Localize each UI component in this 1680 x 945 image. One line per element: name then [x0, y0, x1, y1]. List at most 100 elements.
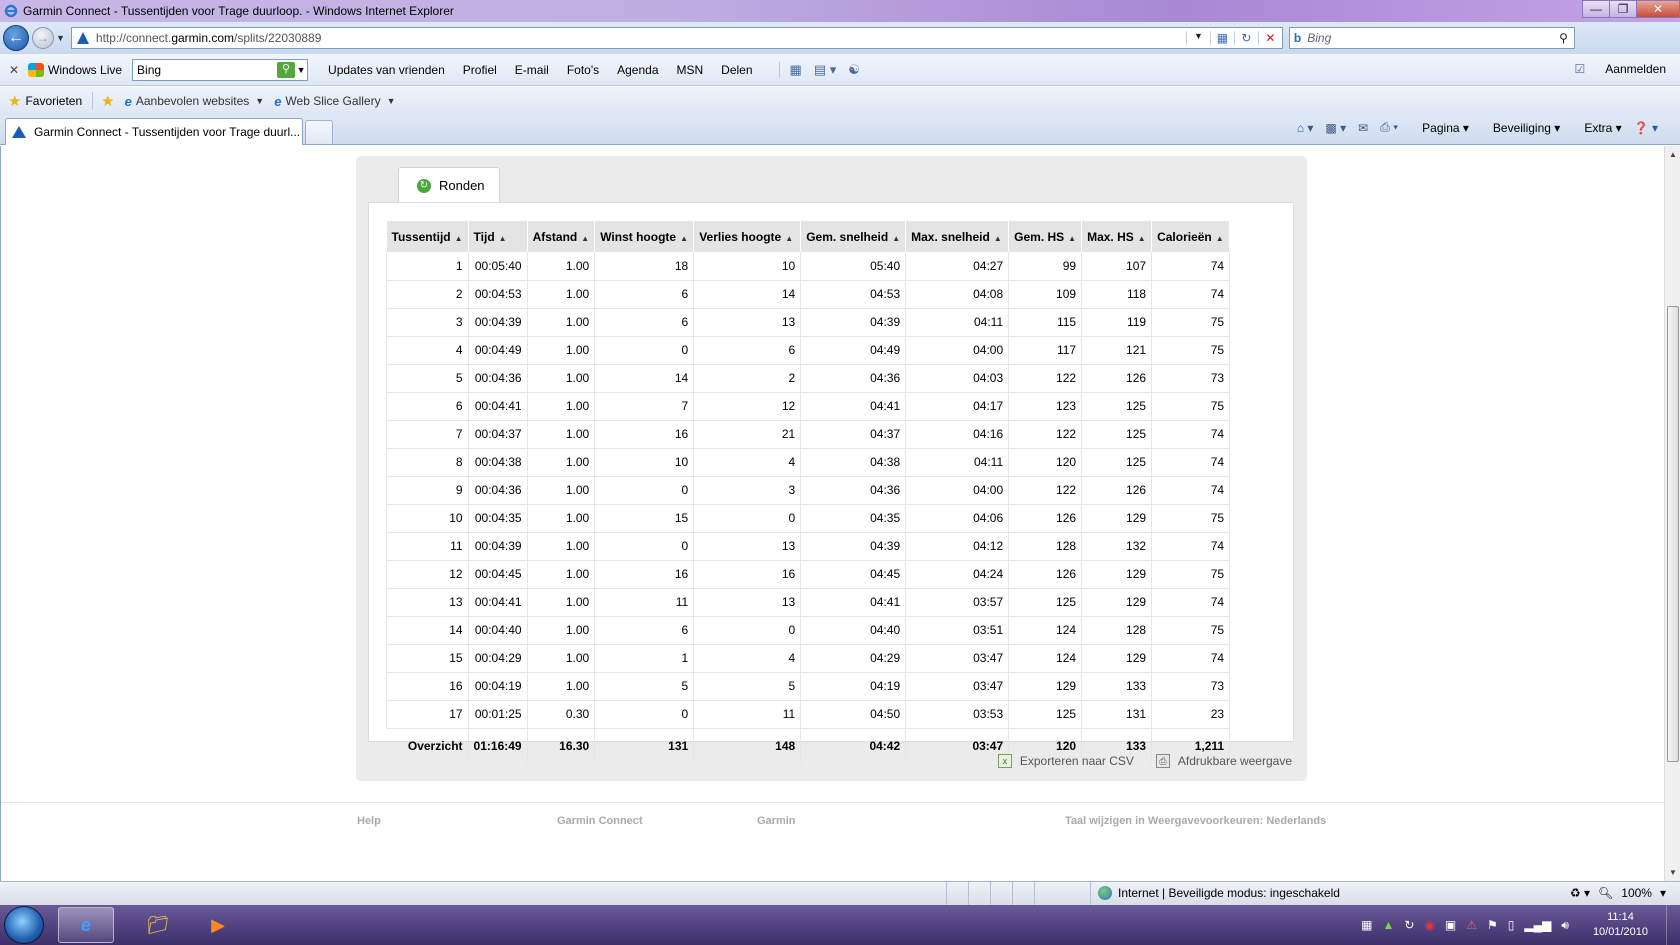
printable-view-link[interactable]: ⎙ Afdrukbare weergave — [1155, 754, 1292, 768]
tray-volume-icon[interactable]: 🔊︎ — [1561, 918, 1569, 933]
table-cell: 124 — [1008, 616, 1083, 645]
taskbar-media-player[interactable]: ▶ — [190, 907, 246, 943]
scroll-up-icon[interactable]: ▲ — [1665, 150, 1680, 159]
tab-ronden[interactable]: ↻ Ronden — [398, 167, 500, 203]
tray-nvidia-icon[interactable]: ▲ — [1382, 918, 1394, 932]
table-cell: 126 — [1081, 364, 1153, 393]
table-cell: 04:11 — [905, 448, 1010, 477]
add-favorite-icon[interactable]: ★ — [101, 92, 114, 110]
tray-power-icon[interactable]: ▯ — [1508, 918, 1515, 932]
cmd-extra[interactable]: Extra ▾ — [1572, 121, 1621, 135]
cmd-beveiliging[interactable]: Beveiliging ▾ — [1481, 121, 1560, 135]
table-cell: 23 — [1151, 700, 1231, 729]
blog-icon[interactable]: ▤ ▾ — [814, 62, 836, 78]
help-icon[interactable]: ❓ ▾ — [1634, 121, 1658, 135]
share-photo-icon[interactable]: ▦ — [790, 62, 802, 78]
zoom-control[interactable]: ♻ ▾ 🔍︎ 100% ▾ — [1562, 886, 1666, 900]
tray-app-icon[interactable]: ▦ — [1361, 918, 1372, 932]
home-icon[interactable]: ⌂ ▾ — [1297, 121, 1314, 135]
tab-garmin-connect[interactable]: Garmin Connect - Tussentijden voor Trage… — [5, 118, 303, 145]
vertical-scrollbar[interactable]: ▲ ▼ — [1664, 146, 1680, 881]
wl-link-email[interactable]: E-mail — [515, 63, 549, 77]
col-gem-snelheid[interactable]: Gem. snelheid ▲︎ — [800, 221, 907, 252]
maximize-button[interactable]: ❐ — [1609, 0, 1637, 18]
mail-icon[interactable]: ✉ — [1358, 121, 1368, 135]
wl-link-profiel[interactable]: Profiel — [463, 63, 497, 77]
zoom-dropdown-icon[interactable]: ▾ — [1660, 886, 1666, 900]
col-verlies-hoogte[interactable]: Verlies hoogte ▲︎ — [693, 221, 802, 252]
wl-link-updates[interactable]: Updates van vrienden — [328, 63, 445, 77]
tray-network-icon[interactable]: ▂▄▆ — [1524, 918, 1551, 932]
live-search-dropdown-icon[interactable]: ▼ — [295, 65, 307, 75]
col-max-hs[interactable]: Max. HS ▲︎ — [1081, 221, 1153, 252]
export-csv-link[interactable]: x Exporteren naar CSV — [997, 754, 1134, 768]
table-cell: 75 — [1151, 392, 1231, 421]
live-search-go-icon[interactable]: ⚲ — [277, 61, 296, 78]
fav-aanbevolen-label: Aanbevolen websites — [135, 94, 250, 108]
col-calorieen[interactable]: Calorieën ▲︎ — [1151, 221, 1231, 252]
table-cell: 14 — [693, 280, 802, 309]
col-max-snelheid[interactable]: Max. snelheid ▲︎ — [905, 221, 1010, 252]
new-tab-button[interactable] — [305, 120, 333, 144]
favorites-button[interactable]: ★ Favorieten — [8, 92, 94, 110]
fav-aanbevolen-websites[interactable]: e Aanbevolen websites ▼ — [125, 94, 265, 109]
wl-link-msn[interactable]: MSN — [677, 63, 704, 77]
tray-antivirus-icon[interactable]: ◉ — [1424, 918, 1434, 932]
cmd-pagina[interactable]: Pagina ▾ — [1410, 121, 1469, 135]
history-dropdown-icon[interactable]: ▼ — [56, 33, 65, 43]
col-tijd[interactable]: Tijd ▲︎ — [468, 221, 528, 252]
tray-monitor-icon[interactable]: ▣ — [1445, 918, 1456, 932]
footer-link-garmin-connect[interactable]: Garmin Connect — [557, 815, 643, 827]
wl-link-delen[interactable]: Delen — [721, 63, 752, 77]
live-search-input[interactable]: Bing ⚲ ▼ — [132, 58, 309, 81]
address-field[interactable]: http://connect. garmin.com/splits/2203088… — [70, 27, 1283, 49]
protected-mode-icon[interactable]: ♻ ▾ — [1570, 886, 1590, 900]
table-cell: 04:37 — [800, 420, 907, 449]
signin-link[interactable]: Aanmelden — [1605, 62, 1666, 76]
col-tussentijd[interactable]: Tussentijd ▲︎ — [386, 221, 469, 252]
table-cell: 1.00 — [527, 308, 596, 337]
bing-search-input[interactable]: b Bing ⚲ — [1288, 27, 1575, 49]
scroll-thumb[interactable] — [1667, 306, 1679, 762]
table-row: 11 00:04:39 1.00 0 13 04:39 04:12 128 132 74 — [386, 532, 1231, 561]
start-button[interactable] — [4, 906, 44, 944]
globe-icon — [1098, 886, 1112, 900]
col-afstand[interactable]: Afstand ▲︎ — [527, 221, 596, 252]
col-winst-hoogte[interactable]: Winst hoogte ▲︎ — [594, 221, 695, 252]
table-cell: 16 — [693, 560, 802, 589]
table-cell: 1.00 — [527, 448, 596, 477]
wl-link-agenda[interactable]: Agenda — [617, 63, 658, 77]
footer-language[interactable]: Taal wijzigen in Weergavevoorkeuren: Ned… — [1065, 815, 1326, 827]
tray-sync-icon[interactable]: ↻ — [1404, 918, 1414, 932]
security-zone[interactable]: Internet | Beveiligde modus: ingeschakel… — [1098, 886, 1340, 900]
table-cell: 15 — [594, 504, 695, 533]
stop-icon[interactable]: ✕ — [1257, 31, 1282, 45]
tray-flag-icon[interactable]: ⚑ — [1487, 918, 1498, 932]
windows-live-brand[interactable]: Windows Live — [28, 62, 122, 77]
taskbar-internet-explorer[interactable]: e — [58, 907, 114, 943]
feeds-icon[interactable]: ▩ ▾ — [1325, 121, 1346, 135]
address-dropdown-icon[interactable]: ▼ — [1185, 31, 1210, 45]
fav-web-slice-gallery[interactable]: e Web Slice Gallery ▼ — [274, 94, 395, 109]
close-window-button[interactable]: ✕ — [1636, 0, 1680, 18]
forward-button[interactable]: → — [32, 27, 54, 49]
search-icon[interactable]: ⚲ — [1559, 31, 1568, 45]
taskbar-explorer[interactable]: 📁︎ — [130, 907, 186, 943]
minimize-button[interactable]: — — [1582, 0, 1610, 18]
table-cell: 00:04:19 — [468, 672, 528, 701]
compatibility-view-icon[interactable]: ▦ — [1209, 31, 1234, 45]
footer-link-garmin[interactable]: Garmin — [757, 815, 796, 827]
wl-link-fotos[interactable]: Foto's — [567, 63, 599, 77]
footer-link-help[interactable]: Help — [357, 815, 381, 827]
col-gem-hs[interactable]: Gem. HS ▲︎ — [1008, 221, 1083, 252]
close-toolbar-icon[interactable]: ✕ — [0, 63, 28, 77]
scroll-down-icon[interactable]: ▼ — [1665, 868, 1680, 877]
show-desktop-button[interactable] — [1666, 905, 1680, 945]
tray-alert-icon[interactable]: ⚠ — [1466, 918, 1477, 932]
refresh-icon[interactable]: ↻ — [1233, 31, 1258, 45]
translate-icon[interactable]: ☯ — [848, 62, 860, 78]
split-number-cell: 11 — [386, 532, 469, 561]
print-icon[interactable]: ⎙ ▾ — [1380, 120, 1398, 135]
back-button[interactable]: ← — [3, 25, 29, 51]
taskbar-clock[interactable]: 11:14 10/01/2010 — [1593, 910, 1648, 940]
